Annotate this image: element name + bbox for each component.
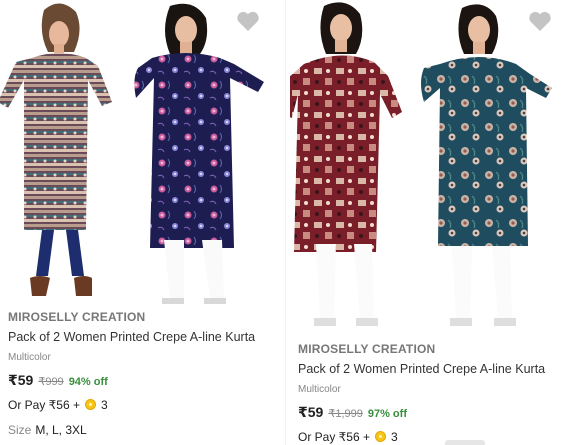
product-info: MIROSELLY CREATION Pack of 2 Women Print… (8, 309, 274, 439)
product-title[interactable]: Pack of 2 Women Printed Crepe A-line Kur… (8, 328, 274, 346)
product-image[interactable] (0, 0, 282, 306)
product-info: MIROSELLY CREATION Pack of 2 Women Print… (298, 341, 562, 445)
product-card[interactable]: MIROSELLY CREATION Pack of 2 Women Print… (0, 0, 282, 445)
coin-icon (85, 399, 96, 410)
color-label: Multicolor (8, 352, 51, 363)
selling-price: ₹59 (8, 372, 34, 388)
discount-badge: 97% off (367, 408, 407, 420)
discount-badge: 94% off (68, 376, 108, 388)
sizes-label: Size (8, 423, 32, 437)
or-pay-row: Or Pay ₹56 + 3 (8, 396, 274, 414)
price-row: ₹59 ₹1,999 97% off (298, 403, 562, 421)
model-right (421, 4, 552, 326)
model-left (0, 3, 112, 296)
heart-icon[interactable] (236, 10, 260, 32)
or-pay-text: Or Pay ₹56 + (8, 398, 80, 412)
price-row: ₹59 ₹999 94% off (8, 371, 274, 389)
product-photo (290, 2, 552, 326)
or-pay-row: Or Pay ₹56 + 3 (298, 428, 562, 445)
coin-count: 3 (101, 398, 108, 412)
original-price: ₹999 (38, 376, 64, 388)
product-title[interactable]: Pack of 2 Women Printed Crepe A-line Kur… (298, 360, 562, 378)
color-label: Multicolor (298, 384, 341, 395)
selling-price: ₹59 (298, 404, 324, 420)
coin-count: 3 (391, 430, 398, 444)
brand-name: MIROSELLY CREATION (8, 310, 146, 324)
sizes-list: M, L, 3XL (35, 423, 87, 437)
model-right (134, 3, 264, 304)
product-photo (0, 3, 264, 304)
or-pay-text: Or Pay ₹56 + (298, 430, 370, 444)
product-image[interactable] (290, 0, 570, 336)
original-price: ₹1,999 (328, 408, 363, 420)
brand-name: MIROSELLY CREATION (298, 342, 436, 356)
product-card[interactable]: MIROSELLY CREATION Pack of 2 Women Print… (290, 0, 570, 445)
heart-icon[interactable] (528, 10, 552, 32)
next-card-edge (445, 440, 485, 445)
model-left (290, 2, 402, 326)
sizes-row: Size M, L, 3XL (8, 421, 274, 439)
coin-icon (375, 431, 386, 442)
card-divider (285, 0, 286, 445)
